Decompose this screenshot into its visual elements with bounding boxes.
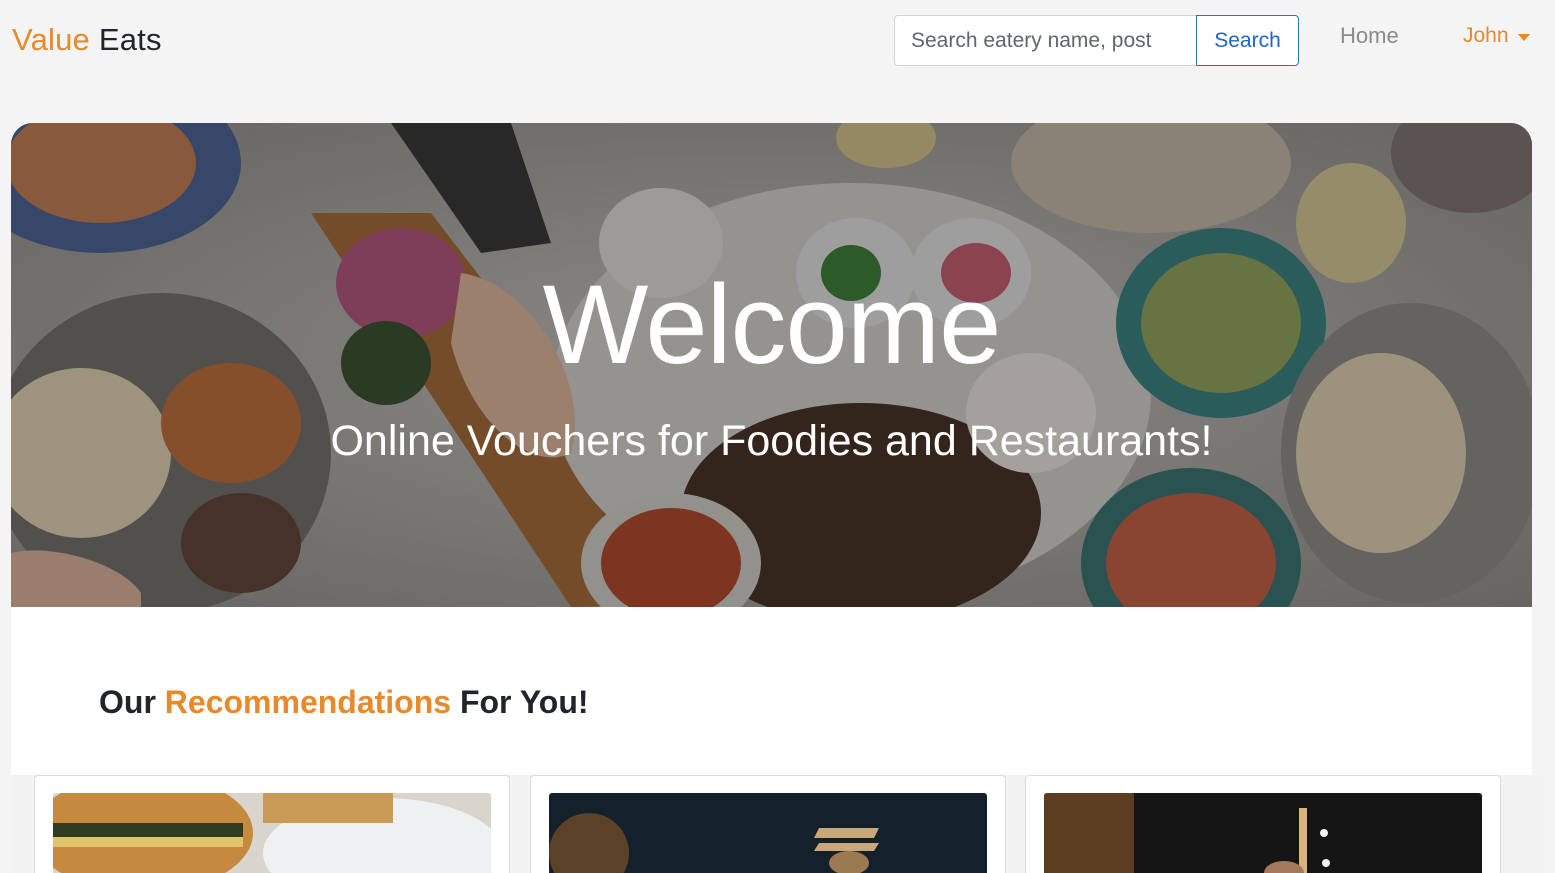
heading-suffix: For You! — [459, 684, 589, 720]
brand-part-value: Value — [12, 22, 90, 57]
card-image-burger[interactable] — [53, 793, 491, 873]
brand-logo[interactable]: Value Eats — [12, 20, 162, 60]
search-input[interactable] — [894, 15, 1197, 66]
recommendations-heading: Our Recommendations For You! — [99, 682, 589, 722]
brand-part-eats: Eats — [98, 22, 162, 57]
recommendation-card[interactable] — [34, 775, 510, 873]
recommendation-card[interactable] — [1025, 775, 1501, 873]
search-button[interactable]: Search — [1196, 15, 1299, 66]
user-name: John — [1463, 24, 1509, 47]
nav-home-link[interactable]: Home — [1340, 22, 1399, 50]
hero-title: Welcome — [542, 262, 1002, 387]
chevron-down-icon — [1517, 33, 1530, 41]
recommendation-card[interactable] — [530, 775, 1006, 873]
heading-prefix: Our — [99, 684, 156, 720]
heading-accent: Recommendations — [164, 684, 452, 720]
hero-banner: Welcome Online Vouchers for Foodies and … — [11, 123, 1532, 607]
card-image-chef[interactable] — [1044, 793, 1482, 873]
hero-subtitle: Online Vouchers for Foodies and Restaura… — [330, 417, 1213, 465]
card-image-chopsticks[interactable] — [549, 793, 987, 873]
navbar: Value Eats Search Home John — [0, 0, 1555, 80]
user-menu-dropdown[interactable]: John — [1463, 22, 1530, 50]
